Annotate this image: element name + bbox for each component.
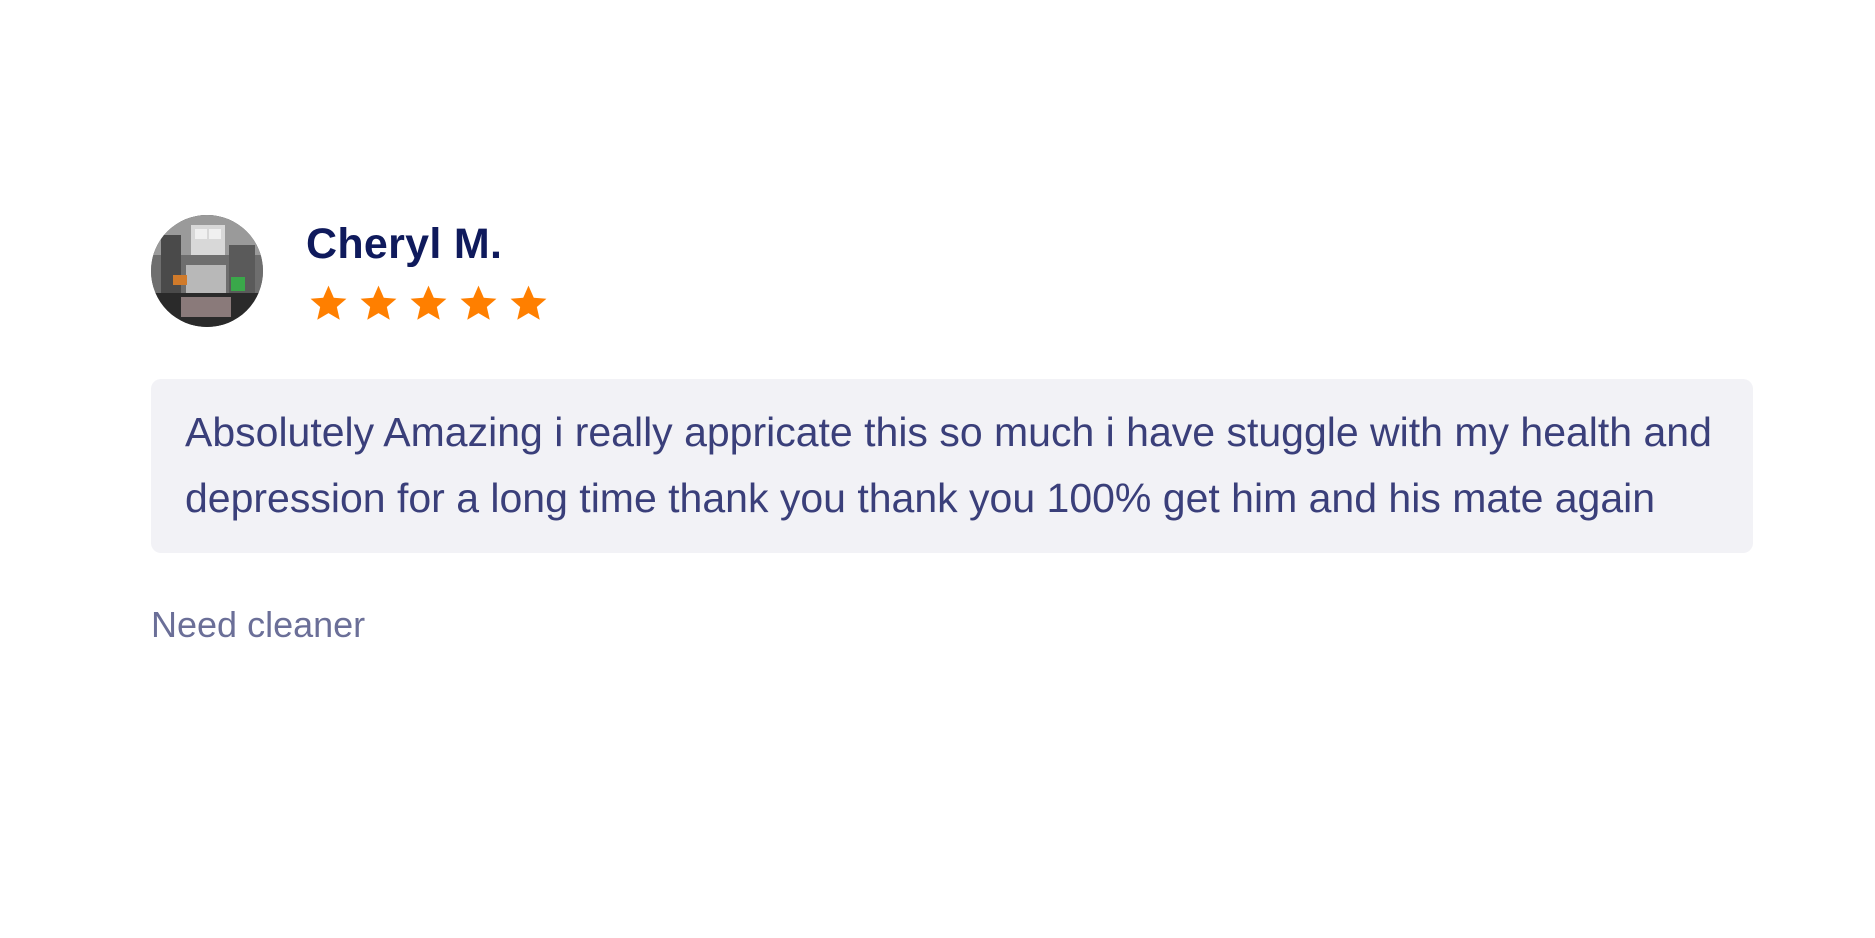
star-icon xyxy=(510,285,547,320)
review-card: Cheryl M. Absolutely Amazing i really ap… xyxy=(151,215,1753,647)
header-text: Cheryl M. xyxy=(306,215,549,324)
star-icon xyxy=(360,285,397,320)
avatar-photo xyxy=(151,215,263,327)
star-rating xyxy=(308,283,549,324)
reviewer-name: Cheryl M. xyxy=(306,220,503,268)
star-icon xyxy=(310,285,347,320)
service-tag: Need cleaner xyxy=(151,604,366,645)
review-text: Absolutely Amazing i really appricate th… xyxy=(185,409,1712,521)
star-icon xyxy=(460,285,497,320)
review-header: Cheryl M. xyxy=(151,215,1753,330)
review-body: Absolutely Amazing i really appricate th… xyxy=(151,379,1753,553)
avatar xyxy=(151,215,263,327)
star-icon xyxy=(410,285,447,320)
